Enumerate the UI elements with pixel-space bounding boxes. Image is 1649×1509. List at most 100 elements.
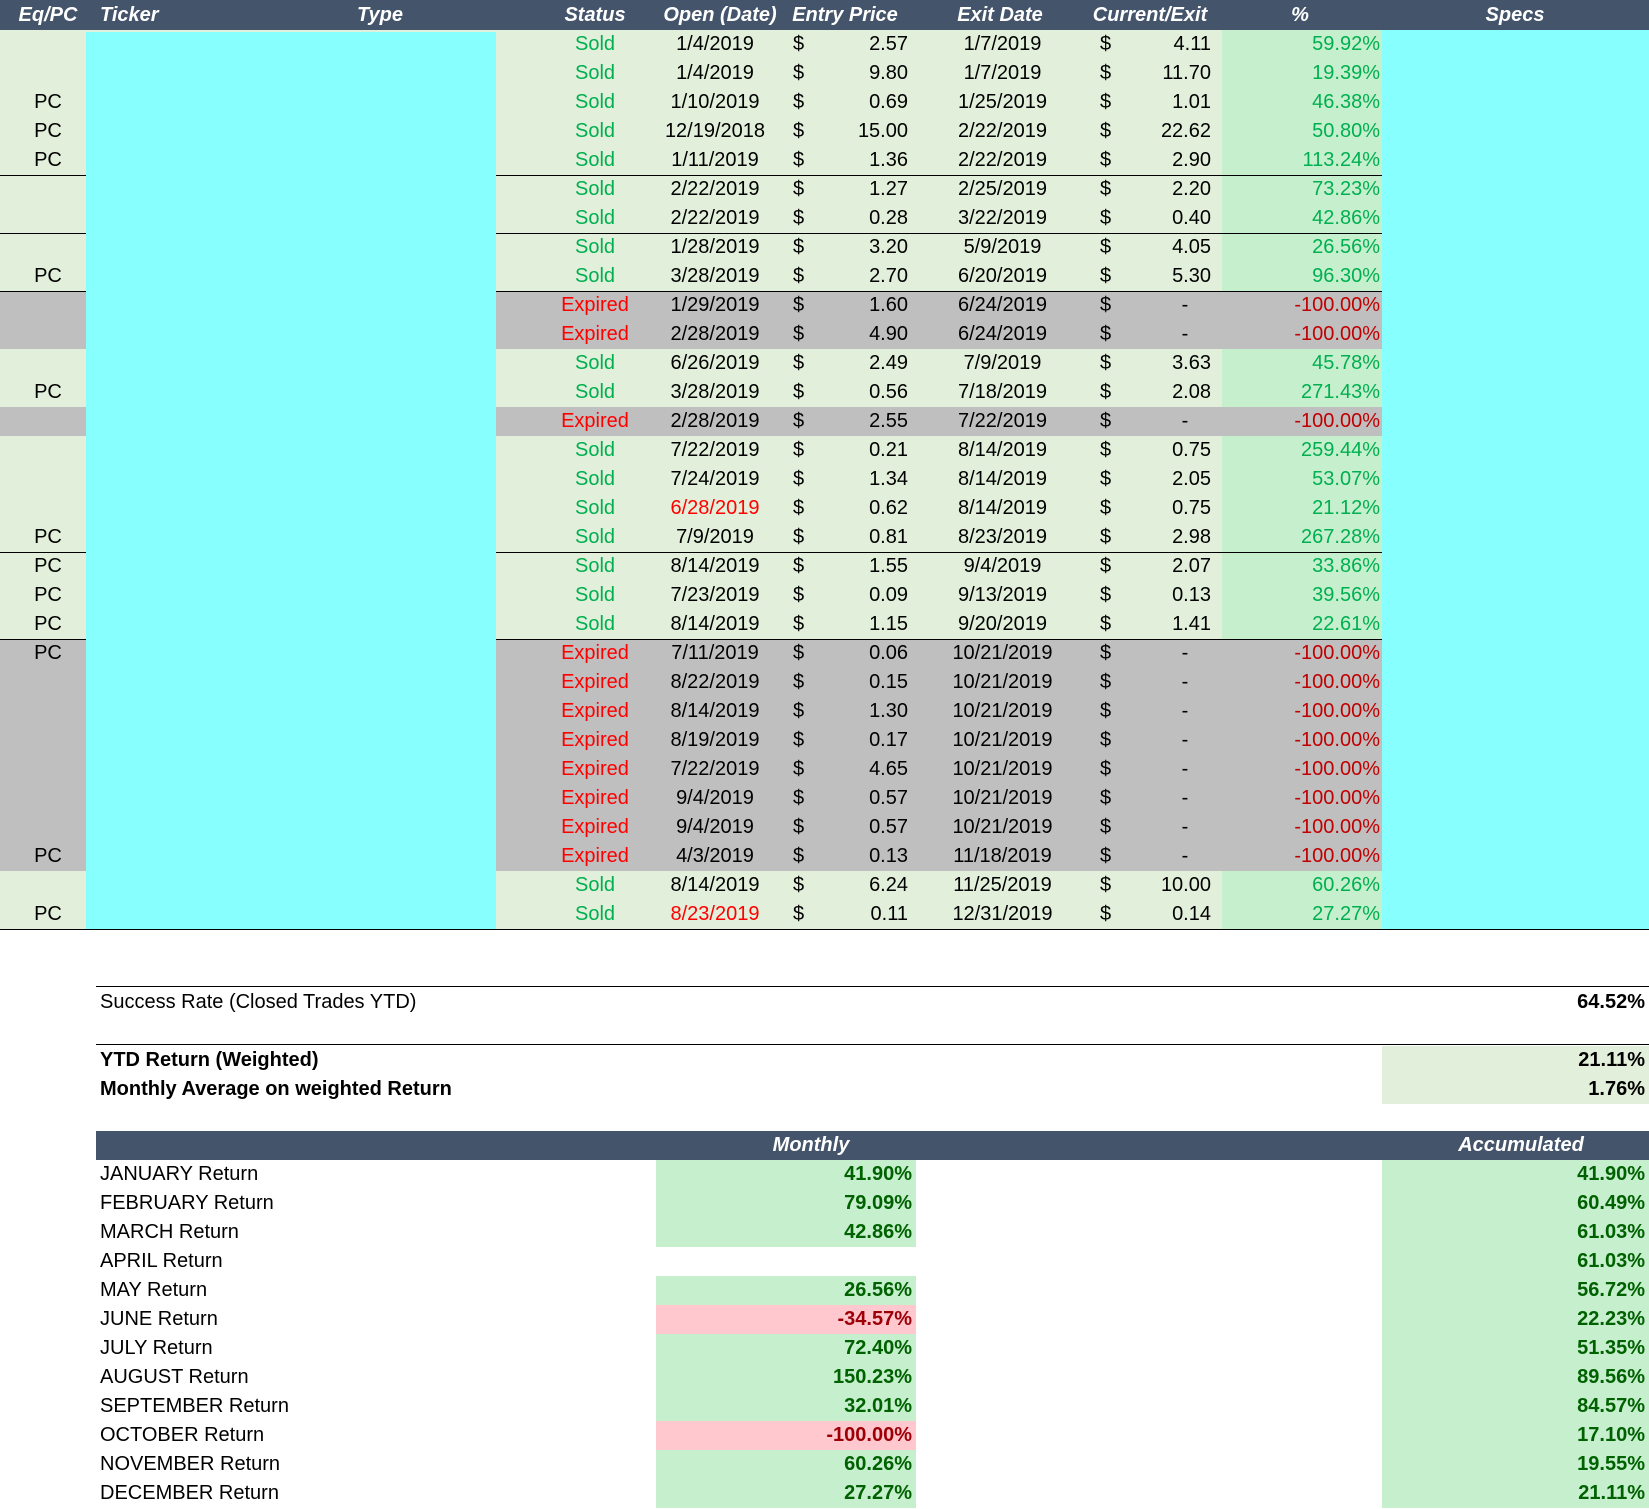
cell-open-date[interactable]: 9/4/2019 (650, 784, 780, 813)
cell-exit-date[interactable]: 9/20/2019 (935, 610, 1070, 639)
cell-percent[interactable]: 113.24% (1222, 146, 1380, 175)
cell-percent[interactable]: 33.86% (1222, 552, 1380, 581)
cell-entry-currency[interactable]: $ (793, 320, 813, 349)
cell-exit-date[interactable]: 11/18/2019 (935, 842, 1070, 871)
cell-eqpc[interactable]: PC (0, 117, 96, 146)
cell-open-date[interactable]: 1/29/2019 (650, 291, 780, 320)
cell-entry-price[interactable]: 0.56 (813, 378, 908, 407)
cell-eqpc[interactable] (0, 320, 96, 349)
cell-open-date[interactable]: 9/4/2019 (650, 813, 780, 842)
cell-status[interactable]: Sold (545, 871, 645, 900)
cell-percent[interactable]: 60.26% (1222, 871, 1380, 900)
cell-entry-price[interactable]: 0.57 (813, 813, 908, 842)
cell-current-currency[interactable]: $ (1100, 552, 1120, 581)
header-entry-price[interactable]: Entry Price (790, 0, 900, 30)
cell-current-currency[interactable]: $ (1100, 59, 1120, 88)
cell-entry-currency[interactable]: $ (793, 900, 813, 929)
header-type[interactable]: Type (340, 0, 420, 30)
header-current-exit[interactable]: Current/Exit (1085, 0, 1215, 30)
cell-entry-price[interactable]: 2.49 (813, 349, 908, 378)
cell-exit-date[interactable]: 5/9/2019 (935, 233, 1070, 262)
cell-current-currency[interactable]: $ (1100, 610, 1120, 639)
cell-eqpc[interactable] (0, 175, 96, 204)
cell-open-date[interactable]: 7/22/2019 (650, 755, 780, 784)
cell-current-currency[interactable]: $ (1100, 378, 1120, 407)
cell-open-date[interactable]: 1/10/2019 (650, 88, 780, 117)
cell-entry-currency[interactable]: $ (793, 552, 813, 581)
cell-open-date[interactable]: 12/19/2018 (650, 117, 780, 146)
cell-entry-price[interactable]: 1.27 (813, 175, 908, 204)
cell-entry-price[interactable]: 0.69 (813, 88, 908, 117)
cell-exit-date[interactable]: 2/25/2019 (935, 175, 1070, 204)
cell-eqpc[interactable] (0, 494, 96, 523)
cell-current-currency[interactable]: $ (1100, 639, 1120, 668)
cell-exit-date[interactable]: 3/22/2019 (935, 204, 1070, 233)
cell-entry-price[interactable]: 9.80 (813, 59, 908, 88)
cell-current-currency[interactable]: $ (1100, 175, 1120, 204)
cell-eqpc[interactable]: PC (0, 378, 96, 407)
cell-current-currency[interactable]: $ (1100, 523, 1120, 552)
cell-current-exit[interactable]: 2.20 (1120, 175, 1211, 204)
cell-current-exit[interactable]: - (1150, 407, 1220, 436)
cell-current-currency[interactable]: $ (1100, 755, 1120, 784)
cell-open-date[interactable]: 7/24/2019 (650, 465, 780, 494)
cell-exit-date[interactable]: 7/22/2019 (935, 407, 1070, 436)
cell-current-exit[interactable]: 22.62 (1120, 117, 1211, 146)
header-open-date[interactable]: Open (Date) (655, 0, 785, 30)
cell-exit-date[interactable]: 8/14/2019 (935, 436, 1070, 465)
cell-current-currency[interactable]: $ (1100, 871, 1120, 900)
cell-current-exit[interactable]: - (1150, 668, 1220, 697)
cell-entry-currency[interactable]: $ (793, 784, 813, 813)
cell-current-exit[interactable]: - (1150, 291, 1220, 320)
cell-current-exit[interactable]: - (1150, 697, 1220, 726)
cell-entry-currency[interactable]: $ (793, 726, 813, 755)
cell-eqpc[interactable]: PC (0, 552, 96, 581)
cell-eqpc[interactable]: PC (0, 146, 96, 175)
cell-eqpc[interactable] (0, 349, 96, 378)
cell-status[interactable]: Sold (545, 204, 645, 233)
cell-entry-price[interactable]: 0.17 (813, 726, 908, 755)
cell-percent[interactable]: 59.92% (1222, 30, 1380, 59)
cell-current-exit[interactable]: 2.05 (1120, 465, 1211, 494)
cell-exit-date[interactable]: 6/24/2019 (935, 291, 1070, 320)
cell-entry-price[interactable]: 1.60 (813, 291, 908, 320)
cell-current-exit[interactable]: 0.75 (1120, 494, 1211, 523)
cell-status[interactable]: Sold (545, 59, 645, 88)
cell-entry-price[interactable]: 1.15 (813, 610, 908, 639)
cell-exit-date[interactable]: 1/7/2019 (935, 30, 1070, 59)
cell-status[interactable]: Sold (545, 175, 645, 204)
cell-percent[interactable]: 27.27% (1222, 900, 1380, 929)
cell-current-currency[interactable]: $ (1100, 784, 1120, 813)
cell-entry-price[interactable]: 6.24 (813, 871, 908, 900)
cell-entry-price[interactable]: 3.20 (813, 233, 908, 262)
cell-entry-price[interactable]: 15.00 (813, 117, 908, 146)
cell-eqpc[interactable] (0, 233, 96, 262)
cell-percent[interactable]: 259.44% (1222, 436, 1380, 465)
cell-percent[interactable]: -100.00% (1222, 291, 1380, 320)
cell-entry-price[interactable]: 1.55 (813, 552, 908, 581)
cell-current-currency[interactable]: $ (1100, 697, 1120, 726)
cell-exit-date[interactable]: 8/23/2019 (935, 523, 1070, 552)
cell-status[interactable]: Expired (545, 755, 645, 784)
cell-status[interactable]: Expired (545, 842, 645, 871)
cell-eqpc[interactable] (0, 465, 96, 494)
cell-entry-price[interactable]: 0.81 (813, 523, 908, 552)
cell-open-date[interactable]: 8/14/2019 (650, 871, 780, 900)
cell-current-exit[interactable]: - (1150, 726, 1220, 755)
cell-percent[interactable]: 267.28% (1222, 523, 1380, 552)
cell-current-currency[interactable]: $ (1100, 349, 1120, 378)
cell-entry-currency[interactable]: $ (793, 639, 813, 668)
cell-entry-price[interactable]: 1.34 (813, 465, 908, 494)
cell-entry-price[interactable]: 2.70 (813, 262, 908, 291)
cell-current-exit[interactable]: - (1150, 755, 1220, 784)
cell-current-currency[interactable]: $ (1100, 291, 1120, 320)
cell-status[interactable]: Sold (545, 494, 645, 523)
cell-exit-date[interactable]: 6/24/2019 (935, 320, 1070, 349)
cell-eqpc[interactable] (0, 668, 96, 697)
cell-open-date[interactable]: 8/14/2019 (650, 552, 780, 581)
cell-current-currency[interactable]: $ (1100, 204, 1120, 233)
cell-eqpc[interactable] (0, 726, 96, 755)
cell-entry-price[interactable]: 2.57 (813, 30, 908, 59)
cell-eqpc[interactable]: PC (0, 262, 96, 291)
cell-current-currency[interactable]: $ (1100, 465, 1120, 494)
